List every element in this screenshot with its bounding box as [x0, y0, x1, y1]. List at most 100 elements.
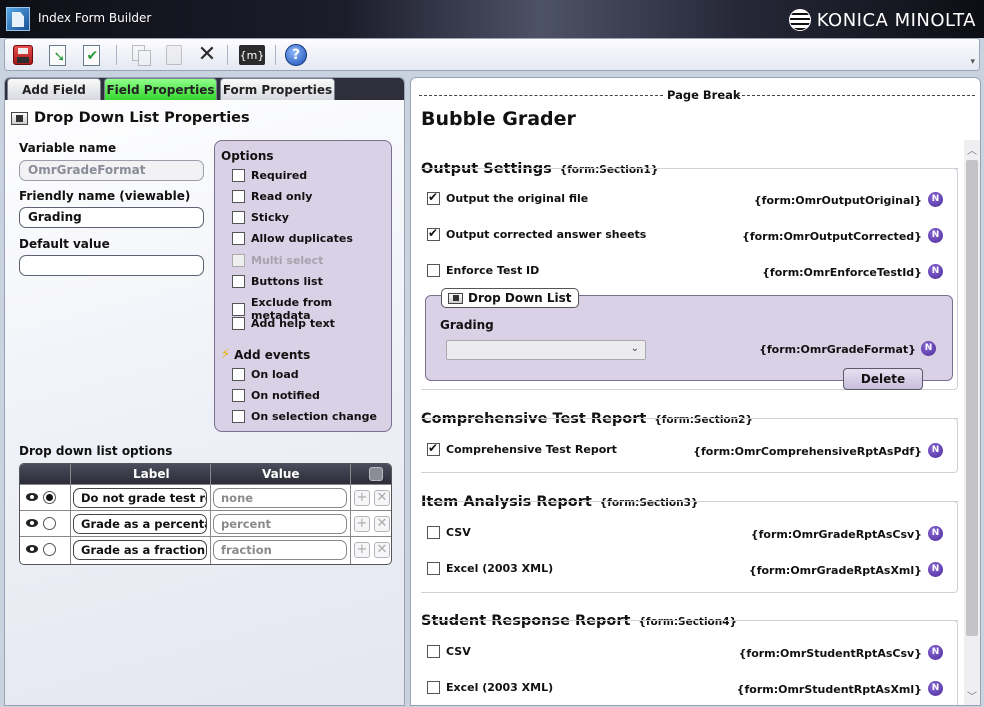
- row-checkbox[interactable]: [427, 681, 440, 694]
- notify-badge-icon[interactable]: N: [928, 526, 943, 541]
- row-variable: {form:OmrComprehensiveRptAsPdf}: [693, 445, 922, 458]
- add-icon[interactable]: +: [354, 490, 370, 506]
- scroll-up-icon[interactable]: ︿: [966, 142, 978, 157]
- notify-badge-icon[interactable]: N: [928, 562, 943, 577]
- form-row[interactable]: Output the original file: [427, 190, 588, 205]
- option-sticky[interactable]: Sticky: [232, 211, 289, 224]
- delete-button[interactable]: ✕: [195, 43, 219, 67]
- option-value-input[interactable]: fraction: [213, 540, 347, 560]
- collapse-icon[interactable]: [448, 292, 463, 304]
- option-read-only[interactable]: Read only: [232, 190, 312, 203]
- copy-button[interactable]: [129, 43, 153, 67]
- sticky-checkbox[interactable]: [232, 211, 245, 224]
- save-button[interactable]: [11, 43, 35, 67]
- eye-icon[interactable]: [26, 493, 38, 501]
- delete-field-button[interactable]: Delete: [843, 368, 923, 390]
- on-notified-checkbox[interactable]: [232, 389, 245, 402]
- form-row[interactable]: CSV: [427, 645, 471, 658]
- form-row[interactable]: Output corrected answer sheets: [427, 226, 647, 241]
- row-checkbox[interactable]: [427, 264, 440, 277]
- event-on-selection-change[interactable]: On selection change: [232, 410, 377, 423]
- row-checkbox[interactable]: [427, 190, 440, 205]
- form-row[interactable]: Excel (2003 XML): [427, 562, 553, 575]
- tab-add-field[interactable]: Add Field: [7, 78, 101, 100]
- toolbar: ✕ {m} ? ▾: [4, 38, 980, 71]
- remove-icon[interactable]: ✕: [374, 516, 390, 532]
- collapse-icon[interactable]: [11, 111, 28, 125]
- grading-select[interactable]: ⌄: [446, 340, 646, 360]
- row-variable: {form:OmrGradeRptAsXml}: [748, 564, 922, 577]
- exclude-metadata-checkbox[interactable]: [232, 302, 245, 316]
- option-label-input[interactable]: Grade as a fraction: [73, 540, 207, 560]
- section-box: [421, 501, 958, 593]
- option-add-help-text[interactable]: Add help text: [232, 317, 335, 330]
- option-label-input[interactable]: Do not grade test res: [73, 488, 207, 508]
- remove-icon[interactable]: ✕: [374, 542, 390, 558]
- import-button[interactable]: [45, 43, 69, 67]
- add-icon[interactable]: +: [354, 542, 370, 558]
- buttons-list-checkbox[interactable]: [232, 275, 245, 288]
- required-checkbox[interactable]: [232, 169, 245, 182]
- toolbar-separator: [116, 45, 117, 65]
- event-on-notified[interactable]: On notified: [232, 389, 320, 402]
- paste-icon: [166, 45, 182, 65]
- scrollbar-thumb[interactable]: [966, 160, 978, 636]
- insert-variable-button[interactable]: {m}: [237, 43, 267, 67]
- notify-badge-icon[interactable]: N: [928, 192, 943, 207]
- validate-button[interactable]: [79, 43, 103, 67]
- read-only-checkbox[interactable]: [232, 190, 245, 203]
- add-help-text-checkbox[interactable]: [232, 317, 245, 330]
- table-header: Label Value: [20, 464, 391, 484]
- remove-icon[interactable]: ✕: [374, 490, 390, 506]
- notify-badge-icon[interactable]: N: [921, 341, 936, 356]
- event-on-load[interactable]: On load: [232, 368, 299, 381]
- help-button[interactable]: ?: [284, 43, 308, 67]
- friendly-name-field[interactable]: Grading: [19, 207, 204, 228]
- eye-icon[interactable]: [26, 545, 38, 553]
- notify-badge-icon[interactable]: N: [928, 443, 943, 458]
- page-break[interactable]: Page Break: [419, 88, 975, 102]
- notify-badge-icon[interactable]: N: [928, 645, 943, 660]
- options-panel: Options Required Read only Sticky Allow …: [214, 140, 392, 432]
- dropdown-tab-label: Drop Down List: [468, 291, 572, 305]
- option-required[interactable]: Required: [232, 169, 307, 182]
- tab-form-properties[interactable]: Form Properties: [220, 78, 335, 100]
- paste-button[interactable]: [162, 43, 186, 67]
- notify-badge-icon[interactable]: N: [928, 228, 943, 243]
- form-row[interactable]: Comprehensive Test Report: [427, 441, 617, 456]
- row-checkbox[interactable]: [427, 526, 440, 539]
- tab-field-properties[interactable]: Field Properties: [104, 78, 217, 100]
- notify-badge-icon[interactable]: N: [928, 681, 943, 696]
- default-radio[interactable]: [43, 543, 56, 556]
- option-label-input[interactable]: Grade as a percentag: [73, 514, 207, 534]
- default-radio[interactable]: [43, 491, 56, 504]
- default-value-field[interactable]: [19, 255, 204, 276]
- on-load-checkbox[interactable]: [232, 368, 245, 381]
- default-radio[interactable]: [43, 517, 56, 530]
- on-selection-change-checkbox[interactable]: [232, 410, 245, 423]
- add-icon[interactable]: +: [354, 516, 370, 532]
- vertical-scrollbar[interactable]: ︿ ﹀: [964, 140, 980, 705]
- row-checkbox[interactable]: [427, 562, 440, 575]
- brand-name: KONICA MINOLTA: [816, 9, 976, 31]
- option-allow-duplicates[interactable]: Allow duplicates: [232, 232, 353, 245]
- toolbar-overflow-icon[interactable]: ▾: [970, 57, 975, 67]
- option-value-input[interactable]: none: [213, 488, 347, 508]
- dropdown-field-tab[interactable]: Drop Down List: [441, 288, 579, 308]
- form-row[interactable]: Excel (2003 XML): [427, 681, 553, 694]
- allow-duplicates-checkbox[interactable]: [232, 232, 245, 245]
- add-row-icon[interactable]: [369, 467, 383, 481]
- row-label: Output corrected answer sheets: [446, 228, 647, 241]
- option-value-input[interactable]: percent: [213, 514, 347, 534]
- row-checkbox[interactable]: [427, 645, 440, 658]
- form-row[interactable]: Enforce Test ID: [427, 264, 539, 277]
- page-break-line: [737, 95, 975, 96]
- form-row[interactable]: CSV: [427, 526, 471, 539]
- multi-select-checkbox: [232, 254, 245, 267]
- scroll-down-icon[interactable]: ﹀: [966, 688, 978, 703]
- notify-badge-icon[interactable]: N: [928, 264, 943, 279]
- eye-icon[interactable]: [26, 519, 38, 527]
- row-checkbox[interactable]: [427, 226, 440, 241]
- option-buttons-list[interactable]: Buttons list: [232, 275, 323, 288]
- row-checkbox[interactable]: [427, 441, 440, 456]
